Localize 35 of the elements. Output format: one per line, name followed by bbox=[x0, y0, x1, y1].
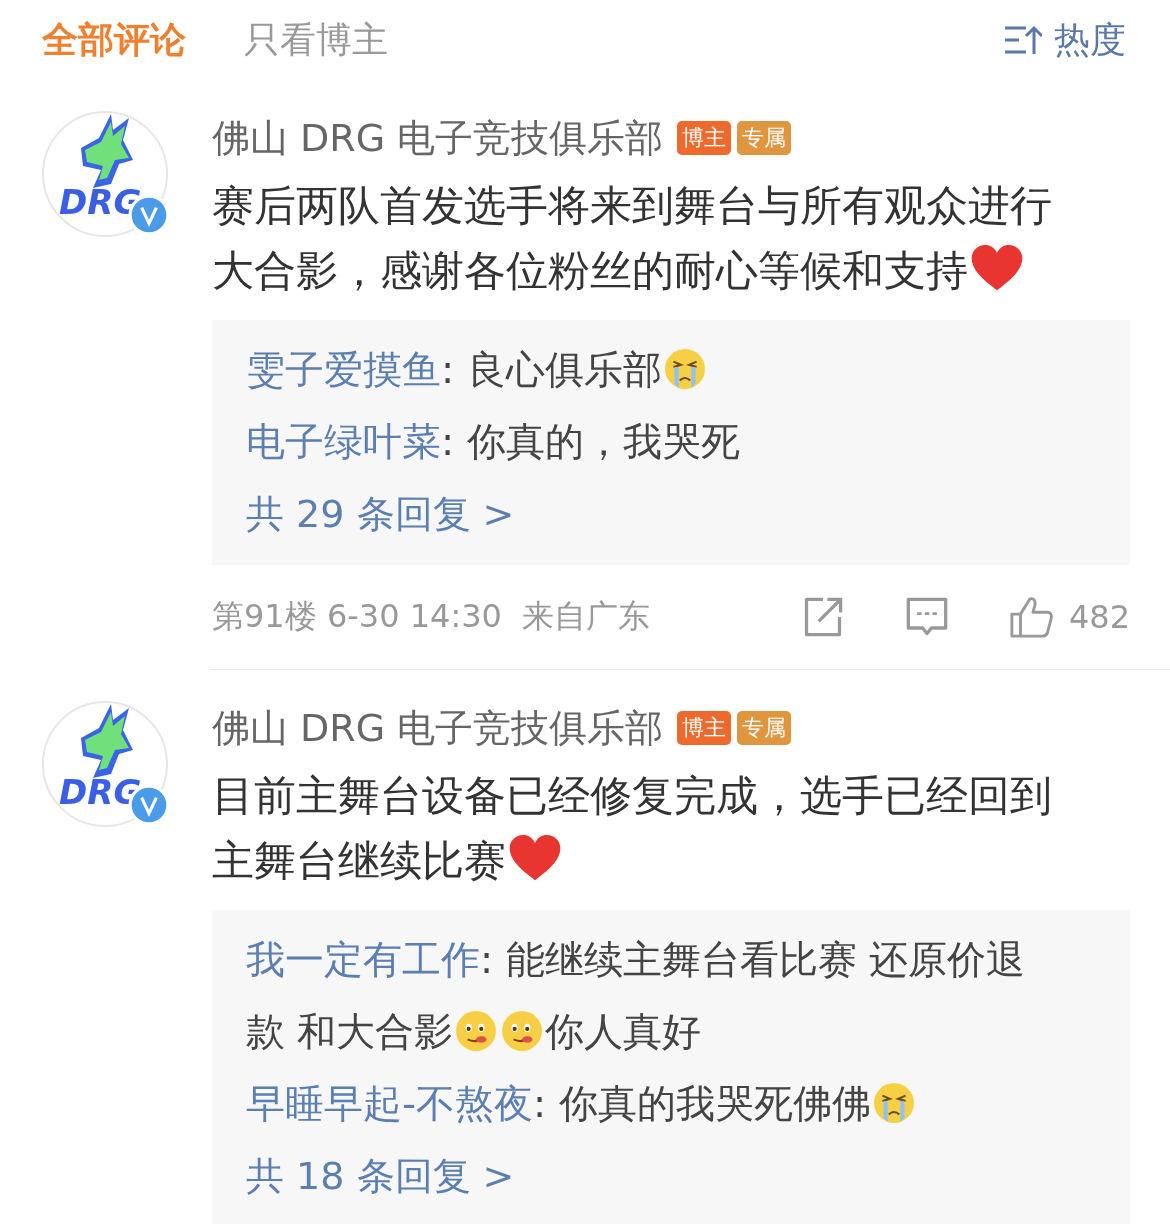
comment-text: 目前主舞台设备已经修复完成，选手已经回到 bbox=[212, 770, 1052, 822]
comment-text: 大合影，感谢各位粉丝的耐心等候和支持 bbox=[212, 245, 968, 297]
comment-meta: 第91楼 6-30 14:30 来自广东 bbox=[212, 596, 651, 637]
reply-text: 你人真好 bbox=[545, 1008, 702, 1056]
thumbs-up-icon bbox=[1008, 595, 1053, 639]
comment-tab[interactable]: 只看博主 bbox=[244, 15, 388, 65]
user-badge: 专属 bbox=[737, 711, 792, 745]
user-badge: 博主 bbox=[677, 121, 732, 155]
crying-face-icon bbox=[872, 1082, 915, 1124]
author-name[interactable]: 佛山 DRG 电子竞技俱乐部 bbox=[212, 112, 664, 164]
reply-text: : 你真的我哭死佛佛 bbox=[533, 1080, 871, 1128]
reply-text: : 良心俱乐部 bbox=[441, 346, 662, 394]
reply-author-link[interactable]: 雯子爱摸鱼 bbox=[246, 347, 441, 392]
user-badge: 专属 bbox=[737, 121, 792, 155]
tongue-face-icon bbox=[501, 1010, 544, 1052]
heart-icon bbox=[508, 835, 562, 883]
comment-text: 主舞台继续比赛 bbox=[212, 835, 506, 887]
like-button[interactable]: 482 bbox=[1008, 595, 1130, 639]
reply-text: : 你真的，我哭死 bbox=[441, 418, 740, 466]
reply-author-link[interactable]: 早睡早起-不熬夜 bbox=[246, 1081, 534, 1126]
comment-text: 赛后两队首发选手将来到舞台与所有观众进行 bbox=[212, 180, 1052, 232]
crying-face-icon bbox=[663, 348, 706, 390]
reply-text: : 能继续主舞台看比赛 还原价退 bbox=[480, 936, 1025, 984]
reply-author-link[interactable]: 我一定有工作 bbox=[246, 937, 480, 982]
reply-text: 款 和大合影 bbox=[246, 1008, 454, 1056]
more-replies-link[interactable]: 共 29 条回复 > bbox=[246, 478, 1096, 550]
more-replies-link[interactable]: 共 18 条回复 > bbox=[246, 1140, 1096, 1212]
heart-icon bbox=[970, 245, 1024, 293]
reply-author-link[interactable]: 电子绿叶菜 bbox=[246, 419, 441, 464]
sort-icon bbox=[1004, 25, 1042, 55]
author-name[interactable]: 佛山 DRG 电子竞技俱乐部 bbox=[212, 702, 664, 754]
comment-tab[interactable]: 全部评论 bbox=[42, 15, 186, 65]
user-badge: 博主 bbox=[677, 711, 732, 745]
sort-button[interactable]: 热度 bbox=[1004, 15, 1126, 65]
tongue-face-icon bbox=[455, 1010, 498, 1052]
